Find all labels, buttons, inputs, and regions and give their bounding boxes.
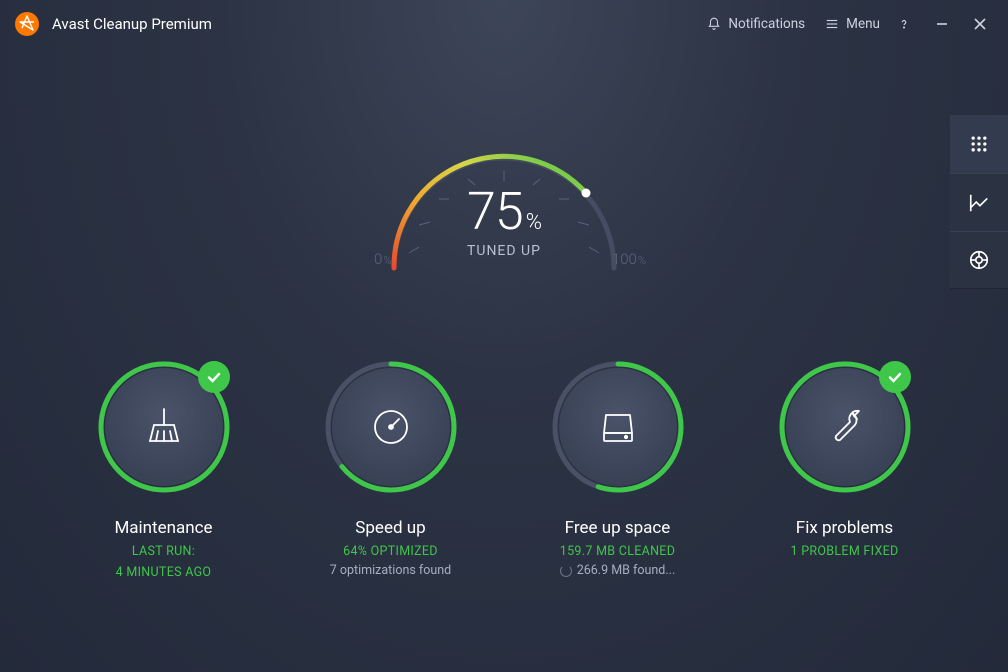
rail-stats-button[interactable] <box>950 173 1008 231</box>
help-button[interactable] <box>890 10 918 38</box>
tile-status: 64% OPTIMIZED <box>291 544 491 559</box>
avast-logo-icon <box>14 11 40 37</box>
app-title: Avast Cleanup Premium <box>52 15 212 33</box>
tile-status: LAST RUN: <box>64 544 264 559</box>
gauge-min: 0% <box>374 250 391 268</box>
tile-sub: 266.9 MB found... <box>518 563 718 578</box>
tile-sub: 7 optimizations found <box>291 563 491 578</box>
notifications-label: Notifications <box>728 16 805 32</box>
rail-rescue-button[interactable] <box>950 231 1008 289</box>
feature-tiles: Maintenance LAST RUN: 4 MINUTES AGO Spee… <box>0 358 1008 580</box>
close-button[interactable] <box>966 10 994 38</box>
gauge-value: 75% <box>324 181 684 242</box>
tile-status: 159.7 MB CLEANED <box>518 544 718 559</box>
gauge-max: 100% <box>612 250 646 268</box>
spinner-icon <box>560 565 572 577</box>
side-rail <box>950 115 1008 289</box>
gauge-icon <box>367 403 415 451</box>
hamburger-icon <box>825 17 839 31</box>
tile-sub: 4 MINUTES AGO <box>64 565 264 580</box>
tile-fix[interactable]: Fix problems 1 PROBLEM FIXED <box>745 358 945 580</box>
drive-icon <box>594 403 642 451</box>
tile-title: Maintenance <box>64 518 264 538</box>
wrench-icon <box>821 403 869 451</box>
bell-icon <box>707 17 721 31</box>
tile-maintenance[interactable]: Maintenance LAST RUN: 4 MINUTES AGO <box>64 358 264 580</box>
tile-title: Fix problems <box>745 518 945 538</box>
menu-label: Menu <box>846 16 880 32</box>
gauge-zone: 75% TUNED UP 0% 100% <box>0 48 1008 333</box>
titlebar: Avast Cleanup Premium Notifications Menu <box>0 0 1008 48</box>
check-badge-icon <box>198 361 230 393</box>
menu-button[interactable]: Menu <box>825 16 880 32</box>
tile-title: Speed up <box>291 518 491 538</box>
minimize-button[interactable] <box>928 10 956 38</box>
rail-grid-button[interactable] <box>950 115 1008 173</box>
tuneup-gauge: 75% TUNED UP 0% 100% <box>324 103 684 333</box>
broom-icon <box>140 403 188 451</box>
tile-freeup[interactable]: Free up space 159.7 MB CLEANED 266.9 MB … <box>518 358 718 580</box>
check-badge-icon <box>879 361 911 393</box>
notifications-button[interactable]: Notifications <box>707 16 805 32</box>
tile-status: 1 PROBLEM FIXED <box>745 544 945 559</box>
tile-speedup[interactable]: Speed up 64% OPTIMIZED 7 optimizations f… <box>291 358 491 580</box>
tile-title: Free up space <box>518 518 718 538</box>
